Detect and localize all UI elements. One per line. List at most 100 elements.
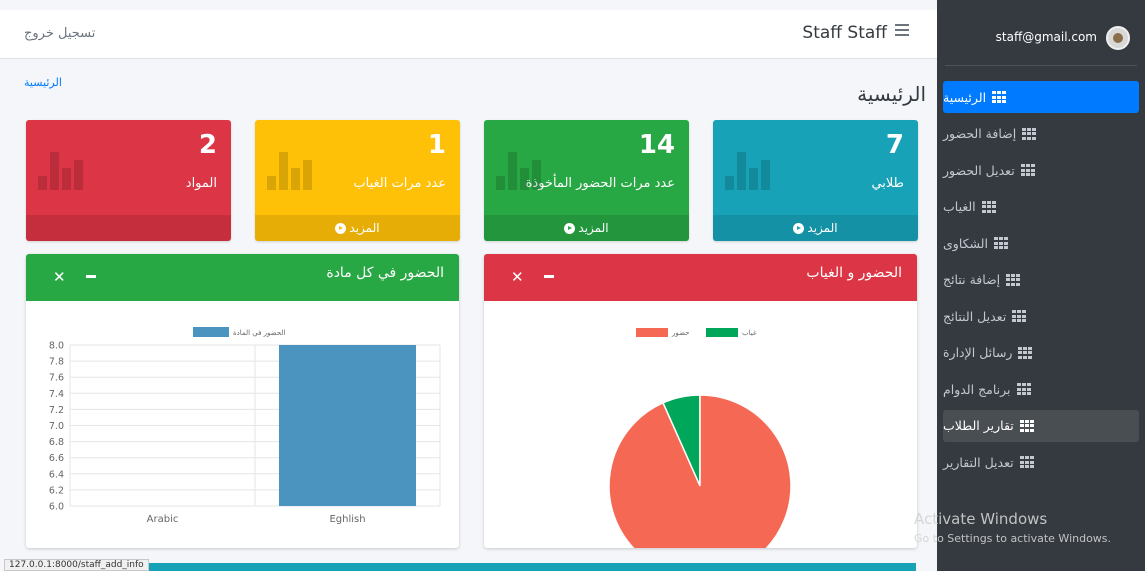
sidebar-item-label: الرئيسية [943, 89, 987, 105]
stat-label: طلابي [871, 176, 904, 191]
arrow-circle-right-icon [335, 223, 347, 234]
stat-label: عدد مرات الغياب [353, 176, 446, 191]
y-tick-label: 7.8 [49, 357, 64, 368]
more-info-link[interactable]: المزيد [713, 215, 918, 241]
card-body: حضور غياب [484, 301, 917, 548]
y-tick-label: 7.4 [49, 389, 64, 400]
user-panel[interactable]: staff@gmail.com [937, 26, 1145, 50]
sidebar-item-label: الغياب [943, 199, 976, 214]
card-header: الحضور و الغياب ✕ [484, 254, 917, 301]
bar[interactable] [279, 345, 416, 506]
sidebar-item-2[interactable]: تعديل الحضور [943, 154, 1139, 186]
status-bar-url: 127.0.0.1:8000/staff_add_info [4, 559, 149, 571]
bar-chart-icon [38, 150, 83, 190]
avatar [1106, 26, 1130, 50]
legend-label: حضور [671, 329, 689, 337]
close-icon[interactable]: ✕ [53, 268, 66, 286]
watermark-subtitle: Go to Settings to activate Windows. [914, 532, 1112, 545]
y-tick-label: 6.0 [49, 502, 64, 513]
collapse-icon[interactable] [86, 275, 96, 278]
attendance-absence-card: الحضور و الغياب ✕ حضور غياب [484, 254, 917, 548]
card-title: الحضور و الغياب [806, 265, 902, 281]
sidebar-item-5[interactable]: إضافة نتائج [943, 264, 1139, 296]
stat-box: 1 عدد مرات الغياب المزيد [255, 120, 460, 241]
sidebar-item-6[interactable]: تعديل النتائج [943, 300, 1139, 332]
sidebar-item-label: تعديل الحضور [943, 162, 1015, 178]
bottom-box-strip [130, 563, 916, 571]
sidebar-item-label: رسائل الإدارة [943, 345, 1013, 360]
legend-swatch [706, 328, 738, 337]
legend-item: غياب [706, 328, 757, 337]
bar-chart: الحضور في المادة 8.0 7.8 7.6 7.4 7.2 7.0 6.8 6.6… [49, 327, 441, 525]
sidebar-item-10[interactable]: تعديل التقارير [943, 446, 1139, 478]
stat-label: عدد مرات الحضور المأخوذة [525, 176, 675, 191]
legend-item: الحضور في المادة [193, 327, 285, 337]
y-tick-label: 6.8 [49, 437, 64, 448]
sidebar: staff@gmail.com الرئيسية إضافة الحضور تعدي… [937, 0, 1145, 571]
card-header: الحضور في كل مادة ✕ [26, 254, 459, 301]
sidebar-item-label: تعديل النتائج [943, 308, 1007, 324]
card-body: الحضور في المادة 8.0 7.8 7.6 7.4 7.2 7.0 6.8 6.6… [26, 301, 459, 548]
more-info-label: المزيد [349, 221, 380, 235]
sidebar-item-3[interactable]: الغياب [943, 191, 1139, 223]
user-email[interactable]: staff@gmail.com [996, 30, 1097, 44]
stat-value: 2 [198, 130, 217, 160]
th-grid-icon [1006, 273, 1021, 286]
sidebar-item-9[interactable]: تقارير الطلاب [943, 409, 1139, 442]
stat-label: المواد [185, 176, 217, 191]
y-tick-label: 7.2 [49, 405, 64, 416]
y-tick-label: 6.4 [49, 469, 64, 480]
arrow-circle-right-icon [564, 223, 576, 234]
th-grid-icon [1016, 383, 1031, 395]
more-info-label: المزيد [578, 221, 609, 235]
stat-value: 1 [427, 130, 446, 160]
more-info-link[interactable]: المزيد [484, 215, 689, 241]
sidebar-item-label: إضافة نتائج [943, 272, 1001, 287]
x-tick-label: Eghlish [329, 514, 365, 525]
sidebar-item-7[interactable]: رسائل الإدارة [943, 337, 1139, 369]
stat-box: 7 طلابي المزيد [713, 120, 918, 241]
sidebar-item-label: الشكاوى [943, 235, 988, 251]
y-tick-label: 6.6 [49, 453, 64, 464]
th-grid-icon [1019, 456, 1034, 468]
stat-box: 14 عدد مرات الحضور المأخوذة المزيد [484, 120, 689, 241]
th-grid-icon [1018, 346, 1033, 359]
stat-box: 2 المواد [26, 120, 231, 241]
sidebar-item-label: تقارير الطلاب [943, 418, 1014, 433]
card-title: الحضور في كل مادة [326, 265, 444, 281]
th-grid-icon [992, 91, 1007, 103]
y-tick-label: 7.6 [49, 373, 64, 384]
collapse-icon[interactable] [544, 275, 554, 278]
sidebar-item-0[interactable]: الرئيسية [943, 81, 1139, 113]
sidebar-item-8[interactable]: برنامج الدوام [943, 373, 1139, 405]
sidebar-item-label: برنامج الدوام [943, 381, 1011, 397]
logout-link[interactable]: تسجيل خروج [24, 26, 95, 41]
y-tick-label: 8.0 [49, 341, 64, 352]
sidebar-item-label: تعديل التقارير [943, 454, 1014, 470]
hamburger-icon[interactable] [895, 24, 909, 38]
close-icon[interactable]: ✕ [511, 268, 524, 286]
bar-chart-icon [267, 150, 312, 190]
pie-slice[interactable] [608, 394, 792, 548]
legend-item: حضور [636, 328, 689, 337]
attendance-per-subject-card: الحضور في كل مادة ✕ الحضور في المادة 8.0 7… [26, 254, 459, 548]
th-grid-icon [993, 237, 1008, 249]
page-title: الرئيسية [857, 82, 926, 106]
more-info-label: المزيد [807, 221, 838, 235]
sidebar-item-label: إضافة الحضور [943, 126, 1017, 141]
bar-chart-icon [496, 150, 541, 190]
th-grid-icon [981, 200, 996, 213]
stat-value: 14 [638, 130, 675, 160]
legend-swatch [636, 328, 668, 337]
bar-chart-icon [725, 150, 770, 190]
legend-label: غياب [742, 329, 757, 337]
watermark-title: Activate Windows [914, 510, 1048, 528]
sidebar-menu: الرئيسية إضافة الحضور تعديل الحضور الغياب ال… [943, 81, 1139, 483]
more-info-link[interactable]: المزيد [255, 215, 460, 241]
stat-value: 7 [885, 130, 904, 160]
sidebar-item-4[interactable]: الشكاوى [943, 227, 1139, 259]
breadcrumb[interactable]: الرئيسية [24, 76, 62, 89]
windows-watermark: Activate Windows Go to Settings to activ… [914, 510, 1111, 545]
more-info-link[interactable] [26, 215, 231, 241]
sidebar-item-1[interactable]: إضافة الحضور [943, 118, 1139, 150]
